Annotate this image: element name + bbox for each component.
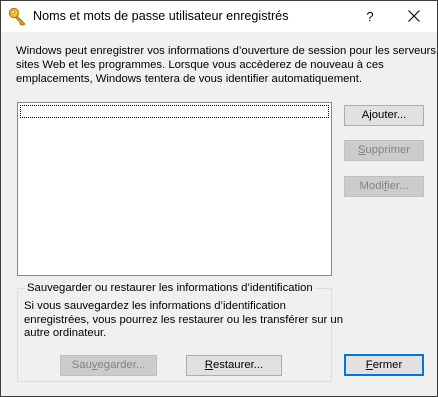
- group-description-line: Si vous sauvegardez les informations d’i…: [24, 300, 286, 312]
- help-button[interactable]: ?: [347, 1, 393, 32]
- backup-button[interactable]: Sauvegarder...: [60, 355, 157, 376]
- description-line: sites Web et les programmes. Lorsque vou…: [16, 59, 384, 71]
- credentials-listbox[interactable]: [17, 102, 332, 276]
- description-text: Windows peut enregistrer vos information…: [16, 44, 438, 86]
- window-title: Noms et mots de passe utilisateur enregi…: [33, 9, 289, 23]
- close-icon: [408, 10, 420, 22]
- credentials-dialog: Noms et mots de passe utilisateur enregi…: [0, 0, 438, 397]
- group-legend: Sauvegarder ou restaurer les information…: [25, 282, 315, 294]
- close-dialog-button[interactable]: Fermer: [344, 354, 424, 376]
- modify-button[interactable]: Modifier...: [344, 176, 424, 197]
- description-line: Windows peut enregistrer vos information…: [16, 45, 438, 57]
- dialog-body: Windows peut enregistrer vos information…: [1, 32, 438, 396]
- group-description: Si vous sauvegardez les informations d’i…: [24, 300, 343, 341]
- list-focus-rectangle: [20, 105, 329, 118]
- title-bar[interactable]: Noms et mots de passe utilisateur enregi…: [1, 1, 437, 32]
- group-description-line: enregistrées, vous pourrez les restaurer…: [24, 313, 343, 326]
- description-line: emplacements, Windows tentera de vous id…: [16, 73, 362, 85]
- add-button[interactable]: Ajouter...: [344, 105, 424, 126]
- restore-button[interactable]: Restaurer...: [186, 355, 282, 376]
- close-window-button[interactable]: [391, 1, 437, 32]
- remove-button[interactable]: Supprimer: [344, 140, 424, 161]
- group-description-line: autre ordinateur.: [24, 327, 107, 339]
- key-icon: [8, 7, 28, 27]
